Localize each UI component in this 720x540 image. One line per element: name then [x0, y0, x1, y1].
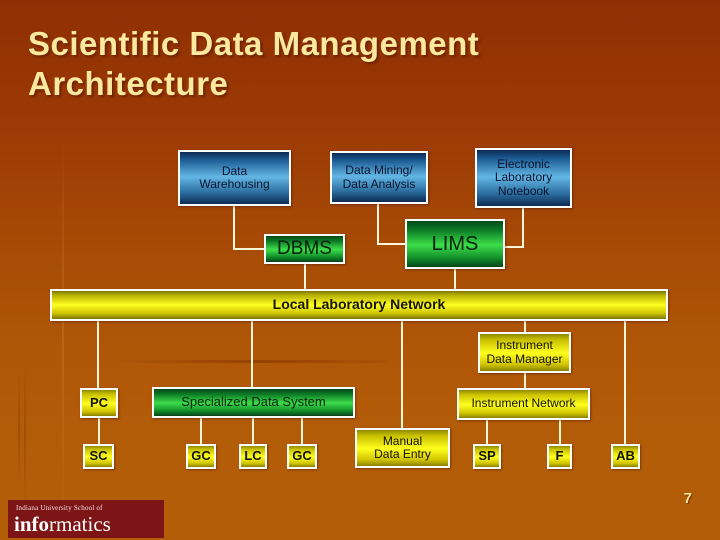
connector-dbms-network [304, 263, 306, 289]
node-dbms[interactable]: DBMS [264, 234, 345, 264]
node-label: DBMS [277, 238, 332, 260]
informatics-logo: Indiana University School of informatics [8, 500, 164, 538]
connector-instrument-f [559, 420, 561, 444]
node-label: Electronic Laboratory Notebook [494, 156, 553, 198]
connector-specialized-gc2 [301, 417, 303, 444]
node-label: LIMS [431, 232, 479, 255]
background-streak [24, 360, 26, 510]
node-label: LC [244, 448, 262, 464]
node-label: Instrument Network [471, 396, 576, 411]
node-sc[interactable]: SC [83, 444, 114, 469]
node-electronic-notebook[interactable]: Electronic Laboratory Notebook [475, 148, 572, 208]
logo-school-line: Indiana University School of [16, 504, 103, 512]
connector-lims-network [454, 268, 456, 289]
node-instrument-network[interactable]: Instrument Network [457, 388, 590, 420]
connector-mining-lims [377, 243, 407, 245]
node-label: Data Mining/ Data Analysis [342, 163, 416, 191]
node-f[interactable]: F [547, 444, 572, 469]
connector-network-manual [401, 320, 403, 428]
connector-notebook-lims [503, 246, 524, 248]
node-label: PC [89, 394, 109, 410]
logo-wordmark: informatics [14, 512, 111, 536]
logo-wordmark-rest: rmatics [49, 512, 111, 536]
node-label: AB [616, 448, 635, 464]
node-label: F [555, 448, 564, 464]
background-streak [18, 370, 20, 490]
node-lc[interactable]: LC [239, 444, 267, 469]
node-label: SP [478, 448, 496, 464]
node-gc-2[interactable]: GC [287, 444, 317, 469]
node-data-mining[interactable]: Data Mining/ Data Analysis [330, 151, 428, 204]
node-ab[interactable]: AB [611, 444, 640, 469]
connector-network-specialized [251, 320, 253, 387]
node-specialized-data-system[interactable]: Specialized Data System [152, 387, 355, 418]
connector-specialized-lc [252, 417, 254, 444]
background-streak [62, 128, 64, 528]
connector-network-pc [97, 320, 99, 388]
connector-warehousing-dbms [233, 248, 266, 250]
node-instrument-data-manager[interactable]: Instrument Data Manager [478, 332, 571, 373]
node-gc-1[interactable]: GC [186, 444, 216, 469]
slide-canvas: Scientific Data Management Architecture … [0, 0, 720, 540]
node-data-warehousing[interactable]: Data Warehousing [178, 150, 291, 206]
node-pc[interactable]: PC [80, 388, 118, 418]
node-label: Local Laboratory Network [272, 296, 446, 313]
connector-specialized-gc1 [200, 417, 202, 444]
background-divider [105, 360, 387, 363]
node-label: SC [89, 448, 108, 464]
connector-network-ab [624, 320, 626, 444]
connector-mining-lims [377, 203, 379, 244]
page-title: Scientific Data Management Architecture [28, 25, 480, 102]
node-local-laboratory-network[interactable]: Local Laboratory Network [50, 289, 668, 321]
node-label: Manual Data Entry [374, 433, 431, 461]
connector-pc-sc [98, 418, 100, 444]
node-manual-data-entry[interactable]: Manual Data Entry [355, 428, 450, 468]
logo-wordmark-bold: info [14, 512, 50, 536]
node-label: GC [191, 448, 211, 464]
node-label: GC [292, 448, 312, 464]
node-label: Data Warehousing [199, 163, 270, 191]
node-label: Specialized Data System [181, 394, 326, 410]
page-number: 7 [683, 490, 692, 507]
node-label: Instrument Data Manager [486, 338, 563, 366]
node-lims[interactable]: LIMS [405, 219, 505, 269]
connector-instrument-sp [486, 420, 488, 444]
connector-warehousing-dbms [233, 205, 235, 249]
node-sp[interactable]: SP [473, 444, 501, 469]
connector-notebook-lims [522, 207, 524, 248]
